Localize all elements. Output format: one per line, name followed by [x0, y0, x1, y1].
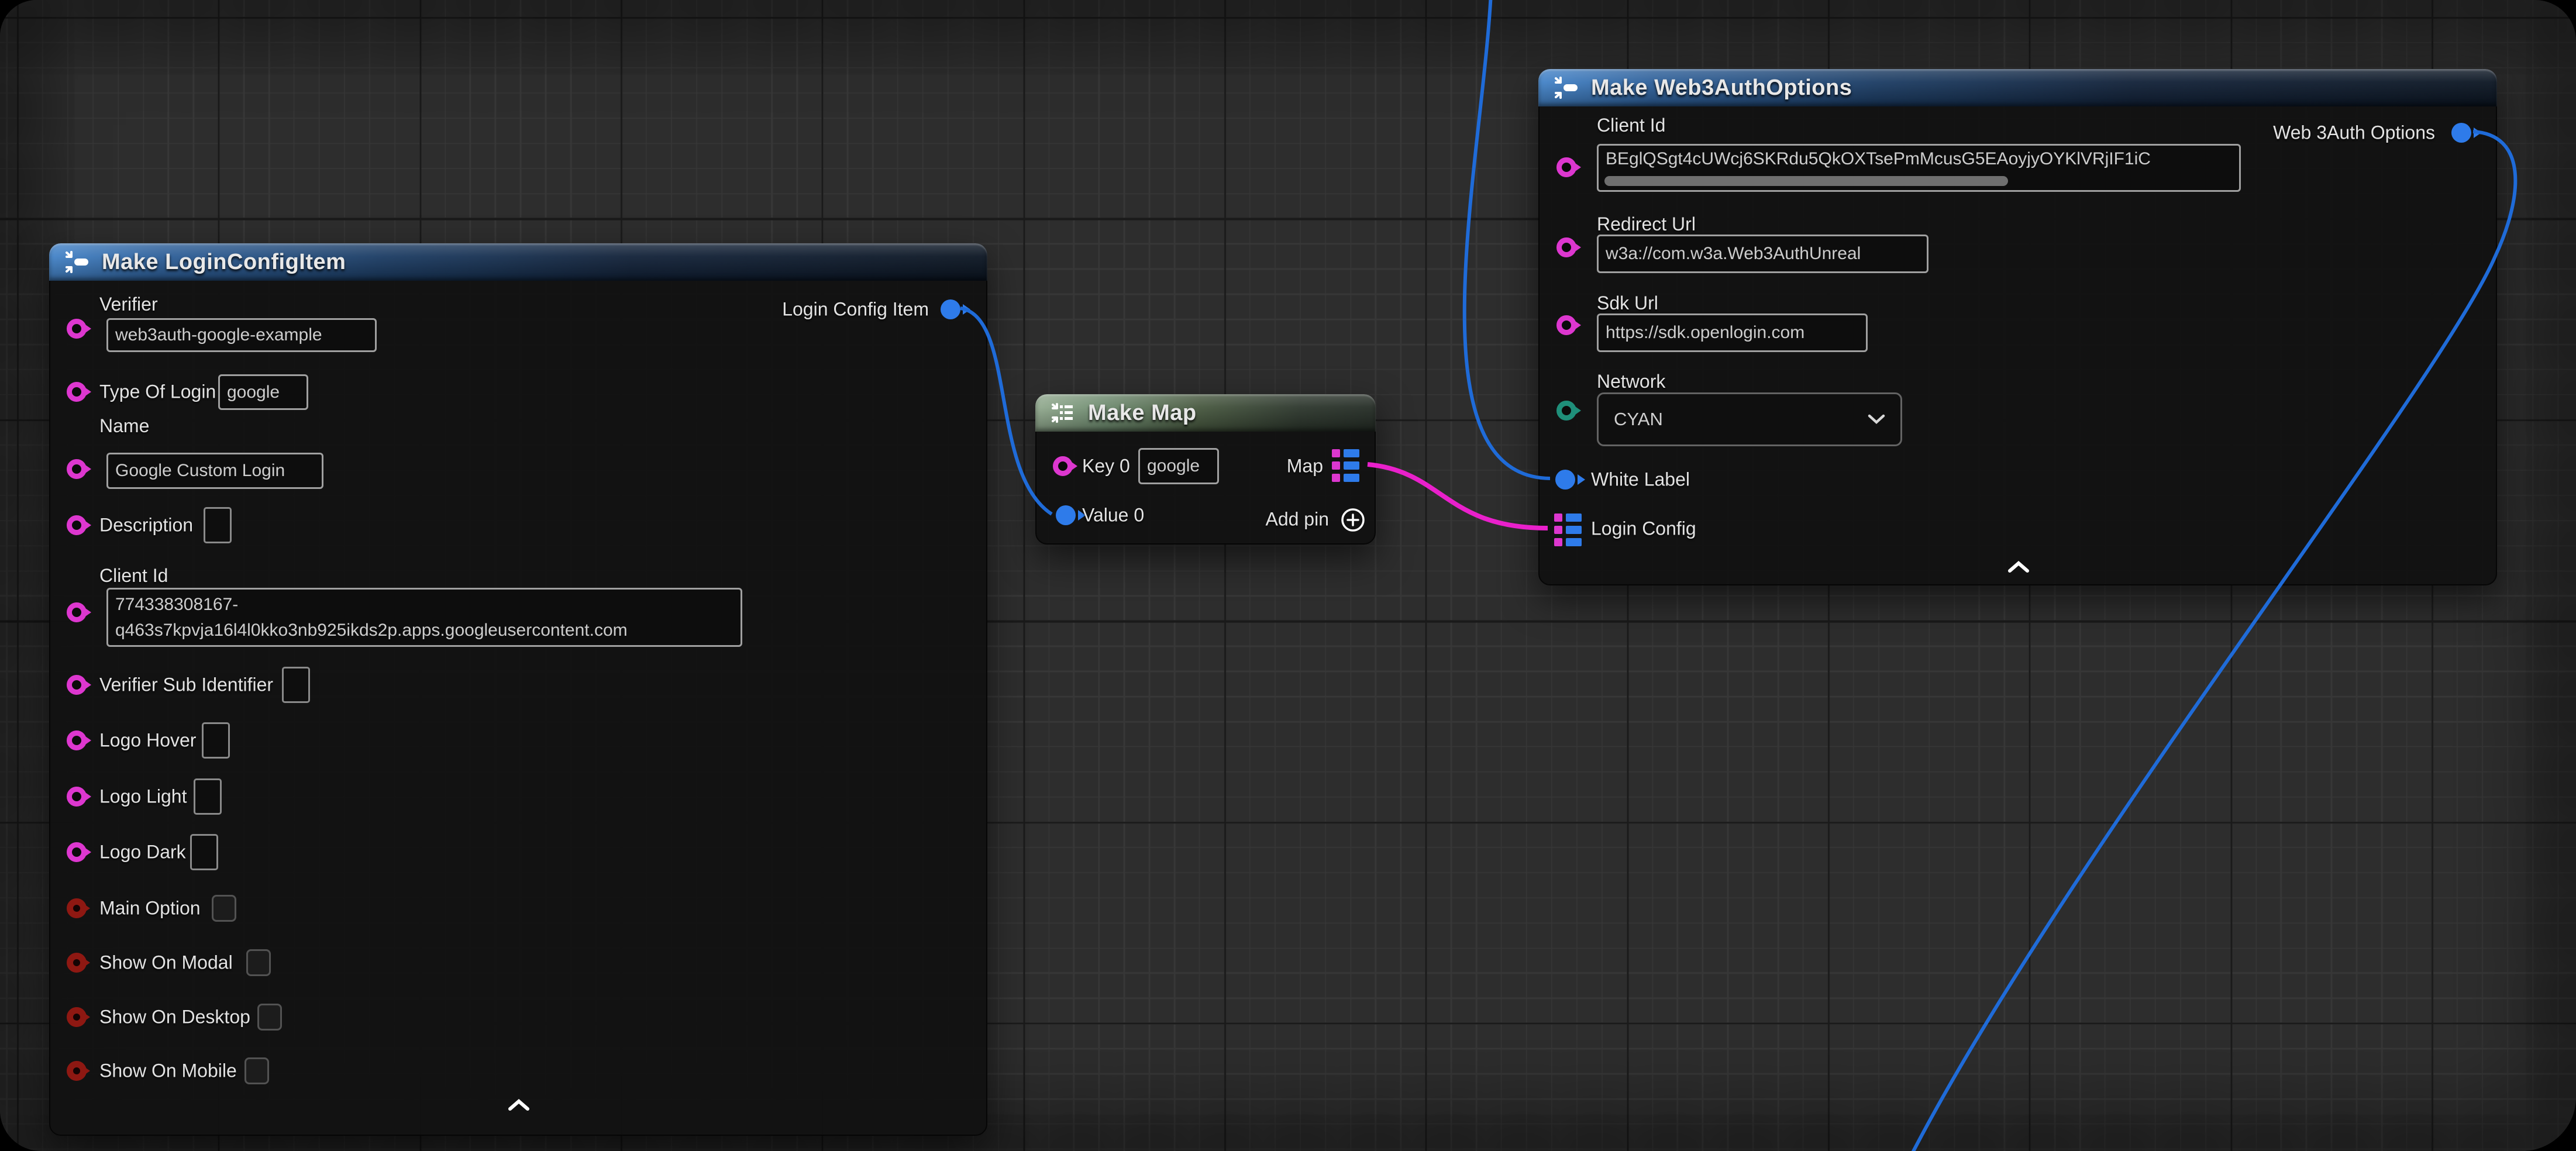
pin-login-config-item-output[interactable] [941, 299, 960, 319]
pin-label-type-of-login: Type Of Login [99, 381, 216, 403]
chevron-up-icon [2007, 560, 2030, 573]
node-title: Make Web3AuthOptions [1591, 75, 1852, 101]
pin-label-login-config: Login Config [1591, 518, 1696, 540]
node-make-web3auth-options[interactable]: Make Web3AuthOptions Client Id BEglQSgt4… [1538, 69, 2497, 585]
pin-map-output[interactable] [1332, 449, 1359, 482]
pin-logo-dark[interactable] [67, 842, 87, 862]
horizontal-scrollbar[interactable] [1604, 176, 2008, 186]
pin-show-on-desktop[interactable] [67, 1007, 87, 1027]
pin-label-show-on-mobile: Show On Mobile [99, 1060, 237, 1082]
field-client-id-text: BEglQSgt4cUWcj6SKRdu5QkOXTsePmMcusG5EAoy… [1606, 149, 2151, 169]
field-client-id[interactable]: 774338308167-q463s7kpvja16l4l0kko3nb925i… [106, 588, 742, 647]
node-title: Make Map [1088, 401, 1197, 426]
pin-sdk-url[interactable] [1556, 315, 1576, 335]
field-logo-light[interactable] [194, 778, 222, 815]
pin-label-value-0: Value 0 [1082, 505, 1144, 526]
pin-value-0[interactable] [1056, 505, 1076, 525]
pin-label-sdk-url: Sdk Url [1597, 292, 1658, 314]
pin-verifier[interactable] [67, 319, 87, 339]
pin-client-id[interactable] [1556, 157, 1576, 177]
pin-label-client-id: Client Id [1597, 115, 1665, 136]
pin-label-verifier-sub-identifier: Verifier Sub Identifier [99, 674, 273, 696]
chevron-up-icon [508, 1098, 530, 1111]
network-dropdown-value: CYAN [1614, 409, 1663, 430]
field-redirect-url[interactable]: w3a://com.w3a.Web3AuthUnreal [1597, 235, 1928, 273]
node-header[interactable]: Make Web3AuthOptions [1538, 69, 2497, 106]
pin-label-logo-hover: Logo Hover [99, 730, 196, 752]
node-header[interactable]: Make LoginConfigItem [49, 243, 987, 281]
pin-white-label[interactable] [1555, 470, 1575, 490]
collapse-node-button[interactable] [2007, 560, 2030, 576]
pin-label-main-option: Main Option [99, 898, 201, 919]
pin-label-key-0: Key 0 [1082, 456, 1130, 477]
field-key-0[interactable]: google [1138, 448, 1219, 484]
pin-label-verifier: Verifier [99, 294, 158, 315]
pin-label-logo-light: Logo Light [99, 786, 187, 808]
wire-offscreen-to-white-label[interactable] [1465, 0, 1550, 478]
pin-redirect-url[interactable] [1556, 237, 1576, 257]
network-dropdown[interactable]: CYAN [1597, 392, 1902, 446]
pin-label-show-on-desktop: Show On Desktop [99, 1007, 250, 1028]
pin-description[interactable] [67, 515, 87, 535]
field-type-of-login[interactable]: google [218, 374, 308, 410]
node-title: Make LoginConfigItem [102, 250, 346, 275]
blueprint-graph-canvas[interactable]: Make LoginConfigItem Verifier web3auth-g… [0, 0, 2576, 1151]
checkbox-show-on-desktop[interactable] [257, 1004, 282, 1031]
pin-logo-light[interactable] [67, 787, 87, 807]
pin-type-of-login[interactable] [67, 382, 87, 402]
pin-key-0[interactable] [1053, 456, 1073, 476]
field-description[interactable] [204, 507, 232, 543]
checkbox-show-on-mobile[interactable] [244, 1057, 269, 1084]
chevron-down-icon [1868, 414, 1885, 425]
plus-circle-icon [1340, 507, 1366, 533]
pin-label-logo-dark: Logo Dark [99, 842, 186, 863]
collapse-node-button[interactable] [508, 1098, 530, 1114]
node-make-login-config-item[interactable]: Make LoginConfigItem Verifier web3auth-g… [49, 243, 987, 1136]
pin-label-map: Map [1287, 456, 1323, 477]
field-client-id[interactable]: BEglQSgt4cUWcj6SKRdu5QkOXTsePmMcusG5EAoy… [1597, 144, 2241, 192]
pin-label-name: Name [99, 415, 149, 437]
pin-main-option[interactable] [67, 898, 87, 918]
pin-network[interactable] [1556, 401, 1576, 421]
add-pin-label: Add pin [1265, 509, 1329, 530]
add-pin-button[interactable] [1340, 507, 1366, 536]
pin-label-white-label: White Label [1591, 469, 1690, 491]
field-verifier[interactable]: web3auth-google-example [106, 318, 377, 352]
pin-label-web3auth-options: Web 3Auth Options [2273, 122, 2435, 144]
pin-logo-hover[interactable] [67, 730, 87, 750]
field-sdk-url[interactable]: https://sdk.openlogin.com [1597, 313, 1868, 352]
make-struct-icon [1552, 74, 1579, 101]
pin-name[interactable] [67, 459, 87, 479]
pin-label-network: Network [1597, 371, 1665, 392]
pin-label-redirect-url: Redirect Url [1597, 213, 1696, 235]
field-verifier-sub-identifier[interactable] [282, 667, 310, 703]
pin-login-config[interactable] [1554, 514, 1582, 546]
node-make-map[interactable]: Make Map Key 0 google Map Value 0 Add pi… [1035, 394, 1376, 545]
pin-show-on-mobile[interactable] [67, 1061, 87, 1081]
checkbox-main-option[interactable] [212, 895, 236, 922]
pin-label-client-id: Client Id [99, 565, 168, 587]
checkbox-show-on-modal[interactable] [246, 949, 271, 976]
node-header[interactable]: Make Map [1035, 394, 1376, 432]
pin-verifier-sub-identifier[interactable] [67, 675, 87, 695]
make-struct-icon [63, 249, 90, 275]
pin-client-id[interactable] [67, 602, 87, 622]
pin-show-on-modal[interactable] [67, 953, 87, 973]
pin-label-description: Description [99, 515, 193, 536]
field-logo-hover[interactable] [202, 722, 230, 759]
field-logo-dark[interactable] [190, 834, 218, 870]
pin-label-show-on-modal: Show On Modal [99, 952, 233, 974]
pin-label-login-config-item: Login Config Item [782, 299, 929, 321]
field-name[interactable]: Google Custom Login [106, 453, 323, 489]
make-map-icon [1049, 399, 1076, 426]
pin-web3auth-options-output[interactable] [2451, 123, 2471, 143]
